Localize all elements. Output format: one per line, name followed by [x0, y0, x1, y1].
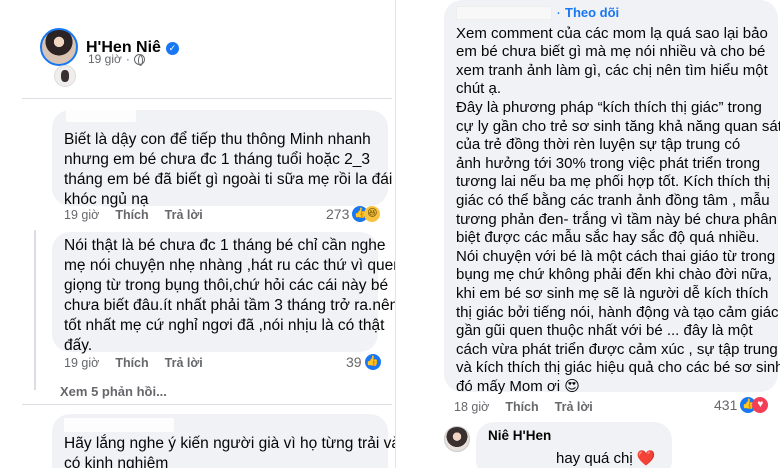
comment-line: khi em bé sơ sinh mẹ sẽ là người dễ kích… [456, 284, 769, 302]
comment-line: tốt nhất mẹ cứ nghỉ ngơi đã ,nói nhịu là… [64, 317, 385, 334]
comment-line: mẹ nói chuyện nhẹ nhàng ,hát ru các thứ … [64, 257, 396, 274]
comment-line: chút ạ. [456, 80, 502, 98]
post-meta: 19 giờ · [88, 52, 145, 66]
comment-line: và kích thích thị giác hiệu quả cho các … [456, 359, 780, 377]
view-more-replies-link[interactable]: Xem 5 phản hồi... [60, 384, 167, 399]
reaction-count[interactable]: 39 👍 [346, 354, 381, 370]
long-comment-bubble: · Theo dõi Xem comment của các mom lạ qu… [444, 0, 780, 395]
like-button[interactable]: Thích [115, 356, 148, 370]
like-button[interactable]: Thích [115, 208, 148, 222]
reaction-number: 273 [326, 206, 350, 222]
reply-bubble: Niê H'Hen hay quá chị ❤️ [476, 422, 672, 468]
comment-text: Xem comment của các mom lạ quá sao lại b… [456, 24, 780, 397]
left-comments-panel: H'Hen Niê ✓ 19 giờ · Biết là dậy con để … [0, 0, 396, 468]
reply-author-name[interactable]: Niê H'Hen [488, 426, 660, 445]
comment-time[interactable]: 19 giờ [64, 208, 99, 222]
comment-line: cự ly gần cho trẻ sơ sinh tăng khả năng … [456, 117, 780, 135]
comment-time[interactable]: 18 giờ [454, 400, 489, 414]
reply-text: hay quá chị ❤️ [556, 450, 656, 467]
divider [22, 404, 392, 405]
reply-button[interactable]: Trả lời [165, 356, 203, 370]
comment-text: Nói thật là bé chưa đc 1 tháng bé chỉ cầ… [64, 236, 396, 356]
comment-line: giác có thể bằng các tranh ảnh đồng tâm … [456, 191, 770, 209]
commenter-avatar[interactable] [54, 65, 76, 87]
comment-actions: 18 giờ Thích Trả lời [454, 400, 609, 414]
verified-badge-icon: ✓ [165, 41, 179, 55]
like-reaction-icon: 👍 [364, 354, 381, 370]
reaction-count[interactable]: 431 👍 ♥ [714, 397, 769, 413]
redacted-commenter-name [456, 6, 552, 21]
comment-line: Nói chuyện với bé là một cách thai giáo … [456, 247, 776, 265]
comment-line: cách vừa phát triển được cảm xúc , sự tậ… [456, 340, 778, 358]
comment-line: bụng mẹ chứ không phải đến khi chào đời … [456, 266, 772, 284]
thread-line [34, 230, 36, 390]
comment-line: thị giác bởi tiếng nói, hành động và tạo… [456, 303, 779, 321]
redacted-commenter-name [64, 418, 174, 432]
comment-line: chưa biết đâu.ít nhất phải tầm 3 tháng t… [64, 297, 396, 314]
comment-bubble: Biết là dậy con để tiếp thu thông Minh n… [52, 108, 392, 208]
divider [22, 98, 392, 99]
comment-line: ảnh hưởng tới 30% trong việc phát triển … [456, 154, 761, 172]
comment-line: tháng em bé đã biết gì ngoài ti sữa mẹ r… [64, 171, 393, 188]
reply-button[interactable]: Trả lời [555, 400, 593, 414]
author-avatar[interactable] [40, 28, 78, 66]
comment-line: Hãy lắng nghe ý kiến người già vì họ từn… [64, 435, 396, 452]
reaction-number: 431 [714, 397, 738, 413]
separator-dot: · [556, 4, 561, 21]
comment-header: · Theo dõi [456, 4, 766, 23]
comment-line: Xem comment của các mom lạ quá sao lại b… [456, 24, 768, 42]
comment-line: Đây là phương pháp “kích thích thị giác”… [456, 98, 762, 116]
globe-icon [133, 53, 145, 66]
reaction-count[interactable]: 273 👍 😆 [326, 206, 381, 222]
comment-line: của trẻ đồng thời rèn luyện sự tập trung… [456, 136, 741, 154]
love-reaction-icon: ♥ [752, 397, 769, 413]
redacted-commenter-name [66, 108, 136, 122]
comment-bubble: Nói thật là bé chưa đc 1 tháng bé chỉ cầ… [52, 232, 395, 354]
comment-line: nhưng em bé chưa đc 1 tháng tuổi hoặc 2_… [64, 151, 370, 168]
comment-bubble: Hãy lắng nghe ý kiến người già vì họ từn… [52, 414, 396, 468]
comment-line: em bé chưa biết gì mà mẹ nói nhiều và ch… [456, 43, 766, 61]
comment-line: Nói thật là bé chưa đc 1 tháng bé chỉ cầ… [64, 237, 386, 254]
comment-line: Biết là dậy con để tiếp thu thông Minh n… [64, 131, 371, 148]
comment-line: tương phản đen- trắng vì tầm này bé chưa… [456, 210, 777, 228]
comment-line: giọng từ trong bụng thôi,chứ hỏi các cái… [64, 277, 389, 294]
post-header: H'Hen Niê ✓ 19 giờ · [40, 28, 179, 66]
post-time[interactable]: 19 giờ [88, 52, 122, 66]
comment-line: tương lai nếu ba mẹ phối hợp tốt. Kích t… [456, 173, 771, 191]
comment-text: Biết là dậy con để tiếp thu thông Minh n… [64, 130, 393, 210]
reply-button[interactable]: Trả lời [165, 208, 203, 222]
comment-line: gần gũi quen thuộc nhất với bé ... đây l… [456, 322, 753, 340]
comment-time[interactable]: 19 giờ [64, 356, 99, 370]
comment-line: đấy. [64, 337, 93, 354]
comment-text: Hãy lắng nghe ý kiến người già vì họ từn… [64, 434, 396, 468]
right-comments-panel: · Theo dõi Xem comment của các mom lạ qu… [404, 0, 780, 468]
comment-actions: 19 giờ Thích Trả lời [64, 208, 219, 222]
comment-line: có kinh nghiệm [64, 455, 169, 468]
separator-dot: · [125, 52, 130, 66]
reaction-number: 39 [346, 354, 362, 370]
comment-line: xem tranh ảnh làm gì, các chị nên tìm hi… [456, 61, 768, 79]
follow-link[interactable]: Theo dõi [565, 4, 619, 23]
comment-actions: 19 giờ Thích Trả lời [64, 356, 219, 370]
reply-author-avatar[interactable] [444, 426, 470, 452]
haha-reaction-icon: 😆 [364, 206, 381, 222]
comment-line: biệt được các mẫu sắc hay sắc độ quá nhi… [456, 229, 760, 247]
like-button[interactable]: Thích [505, 400, 538, 414]
comment-line: đó mấy Mom ơi 😍 [456, 377, 580, 395]
